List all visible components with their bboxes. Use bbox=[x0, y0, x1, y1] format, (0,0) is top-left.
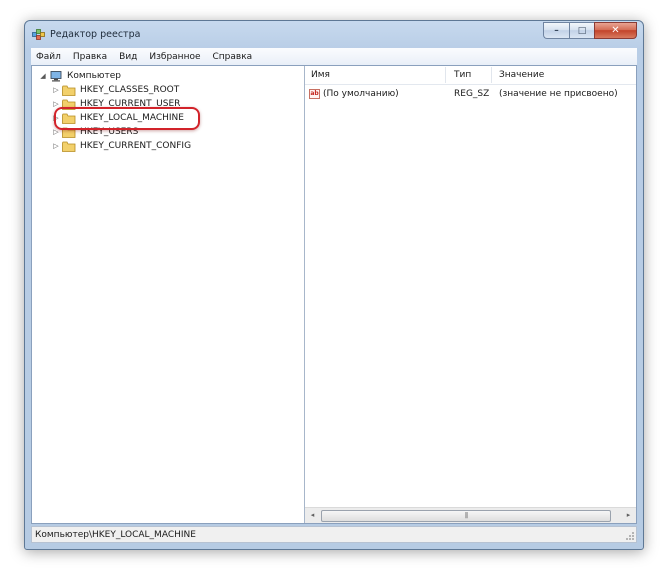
value-type: REG_SZ bbox=[454, 89, 490, 99]
list-item[interactable]: ab (По умолчанию) REG_SZ (значение не пр… bbox=[305, 88, 636, 102]
registry-editor-window: Редактор реестра – □ ✕ Файл Правка Вид И… bbox=[24, 20, 644, 550]
close-icon: ✕ bbox=[611, 25, 620, 36]
status-bar: Компьютер\HKEY_LOCAL_MACHINE bbox=[31, 526, 637, 543]
folder-icon bbox=[62, 85, 76, 96]
menu-file[interactable]: Файл bbox=[31, 52, 67, 62]
menu-help[interactable]: Справка bbox=[207, 52, 259, 62]
scroll-thumb[interactable]: ||| bbox=[321, 510, 611, 522]
tree-item-label: Компьютер bbox=[67, 71, 121, 81]
client-area: ◢ Компьютер ▷ HKEY_CLASSES_ROOT ▷ HKEY_C… bbox=[31, 65, 637, 524]
tree-item-hkcc[interactable]: ▷ HKEY_CURRENT_CONFIG bbox=[51, 139, 191, 153]
horizontal-scrollbar[interactable]: ◂ ||| ▸ bbox=[305, 507, 636, 523]
resize-grip-icon[interactable] bbox=[625, 531, 635, 541]
tree-item-hkcr[interactable]: ▷ HKEY_CLASSES_ROOT bbox=[51, 83, 179, 97]
key-tree-pane[interactable]: ◢ Компьютер ▷ HKEY_CLASSES_ROOT ▷ HKEY_C… bbox=[32, 66, 305, 523]
column-separator[interactable] bbox=[445, 67, 446, 83]
values-list-pane[interactable]: Имя Тип Значение ab (По умолчанию) REG_S… bbox=[305, 66, 636, 523]
folder-icon bbox=[62, 141, 76, 152]
tree-item-label: HKEY_CURRENT_CONFIG bbox=[80, 141, 192, 151]
column-header-type[interactable]: Тип bbox=[454, 70, 471, 80]
minimize-button[interactable]: – bbox=[543, 22, 569, 39]
menu-bar: Файл Правка Вид Избранное Справка bbox=[31, 48, 637, 66]
expand-arrow-icon[interactable]: ▷ bbox=[51, 86, 61, 94]
maximize-icon: □ bbox=[577, 25, 587, 36]
scroll-left-icon[interactable]: ◂ bbox=[305, 508, 320, 523]
close-button[interactable]: ✕ bbox=[594, 22, 637, 39]
grip-icon: ||| bbox=[464, 512, 468, 519]
column-header-value[interactable]: Значение bbox=[499, 70, 544, 80]
expand-arrow-icon[interactable]: ▷ bbox=[51, 142, 61, 150]
minimize-icon: – bbox=[554, 25, 559, 36]
value-name: (По умолчанию) bbox=[323, 89, 399, 99]
menu-view[interactable]: Вид bbox=[113, 52, 143, 62]
string-value-icon: ab bbox=[309, 89, 320, 99]
scroll-right-icon[interactable]: ▸ bbox=[621, 508, 636, 523]
status-path: Компьютер\HKEY_LOCAL_MACHINE bbox=[35, 529, 196, 540]
title-bar[interactable]: Редактор реестра – □ ✕ bbox=[25, 21, 643, 49]
column-header-name[interactable]: Имя bbox=[311, 70, 330, 80]
collapse-arrow-icon[interactable]: ◢ bbox=[38, 72, 48, 80]
menu-edit[interactable]: Правка bbox=[67, 52, 113, 62]
tree-item-computer[interactable]: ◢ Компьютер bbox=[38, 69, 121, 83]
column-headers: Имя Тип Значение bbox=[305, 66, 636, 85]
value-data: (значение не присвоено) bbox=[499, 89, 618, 99]
maximize-button[interactable]: □ bbox=[569, 22, 594, 39]
computer-icon bbox=[49, 70, 63, 82]
column-separator[interactable] bbox=[491, 67, 492, 83]
caption-buttons: – □ ✕ bbox=[543, 22, 637, 40]
registry-editor-icon bbox=[32, 29, 46, 41]
window-title: Редактор реестра bbox=[50, 29, 141, 40]
tree-item-label: HKEY_CLASSES_ROOT bbox=[80, 85, 180, 95]
menu-favorites[interactable]: Избранное bbox=[143, 52, 206, 62]
highlight-ring bbox=[54, 107, 200, 130]
